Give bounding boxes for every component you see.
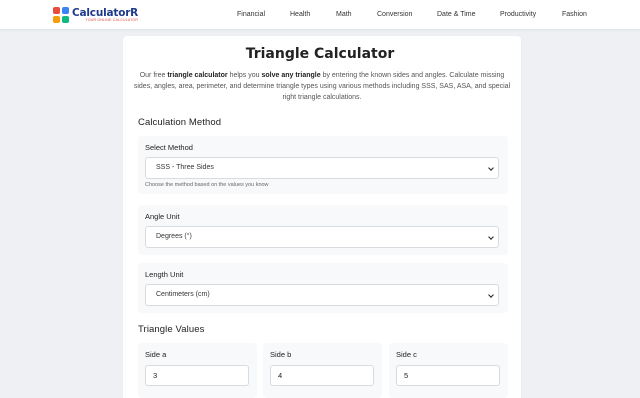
intro-text: Our free triangle calculator helps you s…: [133, 72, 511, 101]
site-logo[interactable]: CalculatorR YOUR ONLINE CALCULATOR: [53, 7, 138, 23]
method-label: Select Method: [145, 143, 193, 152]
angle-unit-select[interactable]: Degrees (°): [145, 226, 499, 248]
length-unit-label: Length Unit: [145, 270, 184, 279]
length-unit-select[interactable]: Centimeters (cm): [145, 284, 499, 306]
brand-name: CalculatorR: [72, 6, 139, 19]
nav-financial[interactable]: Financial: [237, 11, 265, 18]
chevron-down-icon: [488, 234, 494, 240]
side-c-label: Side c: [396, 350, 417, 359]
nav-fashion[interactable]: Fashion: [562, 11, 587, 18]
nav-math[interactable]: Math: [336, 11, 352, 18]
chevron-down-icon: [488, 165, 494, 171]
nav-conversion[interactable]: Conversion: [377, 11, 412, 18]
side-b-input[interactable]: 4: [270, 365, 374, 386]
nav-date-time[interactable]: Date & Time: [437, 11, 476, 18]
section-title-values: Triangle Values: [138, 324, 205, 335]
side-b-label: Side b: [270, 350, 292, 359]
nav-productivity[interactable]: Productivity: [500, 11, 536, 18]
section-title-method: Calculation Method: [138, 117, 222, 128]
logo-icon: [53, 7, 69, 23]
side-a-label: Side a: [145, 350, 167, 359]
angle-unit-label: Angle Unit: [145, 212, 180, 221]
top-header: CalculatorR YOUR ONLINE CALCULATOR Finan…: [0, 0, 640, 30]
page-title: Triangle Calculator: [245, 46, 395, 62]
side-c-input[interactable]: 5: [396, 365, 500, 386]
method-help-text: Choose the method based on the values yo…: [145, 182, 269, 188]
side-a-input[interactable]: 3: [145, 365, 249, 386]
brand-tagline: YOUR ONLINE CALCULATOR: [85, 18, 139, 22]
nav-health[interactable]: Health: [290, 11, 310, 18]
chevron-down-icon: [488, 292, 494, 298]
method-select[interactable]: SSS - Three Sides: [145, 157, 499, 179]
